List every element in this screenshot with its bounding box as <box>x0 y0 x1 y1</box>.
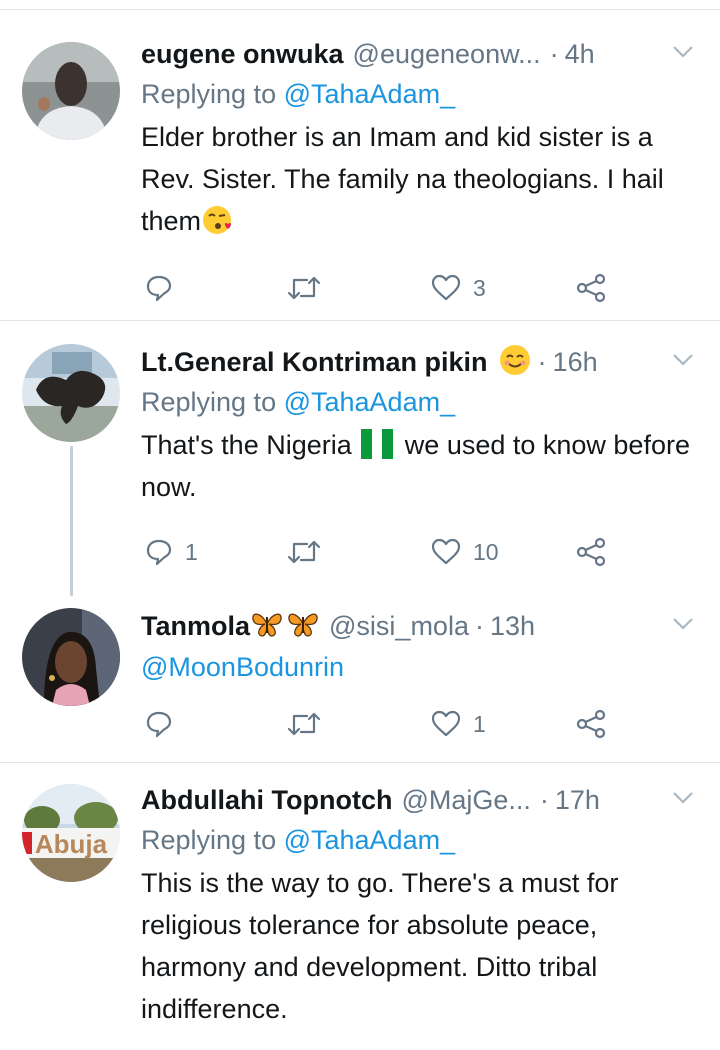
mention-link[interactable]: @TahaAdam_ <box>284 79 456 109</box>
tweet-actions: 3 <box>141 268 611 308</box>
user-handle[interactable]: @MajGe... <box>401 785 530 816</box>
user-name[interactable]: Lt.General Kontriman pikin <box>141 347 488 378</box>
face-blowing-kiss-icon <box>201 204 235 248</box>
mention-link[interactable]: @TahaAdam_ <box>284 825 456 855</box>
timestamp[interactable]: 13h <box>490 611 535 642</box>
share-icon <box>576 537 606 567</box>
reply-icon <box>146 275 172 302</box>
avatar[interactable] <box>22 42 120 140</box>
avatar-sign-text: Abuja <box>35 829 108 859</box>
share-button[interactable] <box>575 704 607 744</box>
avatar[interactable] <box>22 608 120 706</box>
heart-icon <box>431 274 461 301</box>
user-handle[interactable]: @sisi_mola <box>329 611 469 642</box>
mention-link[interactable]: @TahaAdam_ <box>284 387 456 417</box>
retweet-icon <box>287 712 321 736</box>
reply-button[interactable] <box>145 704 185 744</box>
chevron-down-icon[interactable] <box>672 616 694 632</box>
chevron-down-icon[interactable] <box>672 352 694 368</box>
separator-dot: · <box>539 784 549 815</box>
share-button[interactable] <box>575 268 607 308</box>
like-count: 3 <box>473 274 486 301</box>
retweet-button[interactable] <box>287 268 321 308</box>
reply-count: 1 <box>185 538 198 565</box>
avatar[interactable] <box>22 344 120 442</box>
butterfly-icon <box>286 609 320 644</box>
like-button[interactable]: 10 <box>431 532 499 572</box>
timestamp[interactable]: 16h <box>553 347 598 378</box>
like-button[interactable]: 1 <box>431 704 486 744</box>
user-handle[interactable]: @eugeneonw... <box>353 39 541 70</box>
separator-dot: · <box>537 346 547 377</box>
tweet-actions: 1 10 <box>141 532 611 572</box>
tweet-header: Tanmola @sisi_mola · 13h <box>141 606 704 646</box>
tweet-text: @MoonBodunrin <box>141 646 704 688</box>
reply-button[interactable]: 1 <box>145 532 198 572</box>
share-icon <box>576 709 606 739</box>
tweet-text: Elder brother is an Imam and kid sister … <box>141 116 704 248</box>
retweet-button[interactable] <box>287 532 321 572</box>
reply-icon <box>146 711 172 738</box>
tweet-item[interactable]: Tanmola @sisi_mola · 13h @MoonBodunrin 1 <box>0 600 720 750</box>
user-name[interactable]: Abdullahi Topnotch <box>141 785 392 816</box>
thread-connector <box>70 446 73 596</box>
tweet-header: eugene onwuka @eugeneonw... · 4h <box>141 34 704 74</box>
reply-button[interactable] <box>145 268 185 308</box>
share-icon <box>576 273 606 303</box>
user-name[interactable]: eugene onwuka <box>141 39 344 70</box>
timestamp[interactable]: 4h <box>565 39 595 70</box>
tweet-header: Abdullahi Topnotch @MajGe... · 17h <box>141 780 704 820</box>
chevron-down-icon[interactable] <box>672 790 694 806</box>
retweet-icon <box>287 540 321 564</box>
tweet-item[interactable]: eugene onwuka @eugeneonw... · 4h Replyin… <box>0 28 720 318</box>
heart-icon <box>431 538 461 565</box>
avatar[interactable]: Abuja <box>22 784 120 882</box>
nigeria-flag-icon <box>361 429 394 459</box>
tweet-item[interactable]: Abuja Abdullahi Topnotch @MajGe... · 17h… <box>0 774 720 1050</box>
tweet-header: Lt.General Kontriman pikin · 16h <box>141 342 704 382</box>
separator-dot: · <box>549 38 559 69</box>
replying-to: Replying to @TahaAdam_ <box>141 825 456 855</box>
like-count: 10 <box>473 538 499 565</box>
replying-to: Replying to @TahaAdam_ <box>141 387 456 417</box>
smiling-face-icon <box>498 343 532 382</box>
tweet-divider <box>0 320 720 321</box>
reply-icon <box>146 539 172 566</box>
tweet-divider <box>0 762 720 763</box>
tweet-item[interactable]: Lt.General Kontriman pikin · 16h Replyin… <box>0 336 720 596</box>
tweet-text: This is the way to go. There's a must fo… <box>141 868 619 1024</box>
like-button[interactable]: 3 <box>431 268 486 308</box>
retweet-button[interactable] <box>287 704 321 744</box>
mention-link[interactable]: @MoonBodunrin <box>141 652 344 682</box>
tweet-text: That's the Nigeria we used to know befor… <box>141 429 690 502</box>
butterfly-icon <box>250 609 284 644</box>
separator-dot: · <box>474 610 484 641</box>
share-button[interactable] <box>575 532 607 572</box>
replying-to: Replying to @TahaAdam_ <box>141 79 456 109</box>
tweet-actions: 1 <box>141 704 611 744</box>
heart-icon <box>431 710 461 737</box>
retweet-icon <box>287 276 321 300</box>
user-name[interactable]: Tanmola <box>141 611 250 642</box>
like-count: 1 <box>473 710 486 737</box>
timestamp[interactable]: 17h <box>555 785 600 816</box>
chevron-down-icon[interactable] <box>672 44 694 60</box>
top-border <box>0 9 720 10</box>
